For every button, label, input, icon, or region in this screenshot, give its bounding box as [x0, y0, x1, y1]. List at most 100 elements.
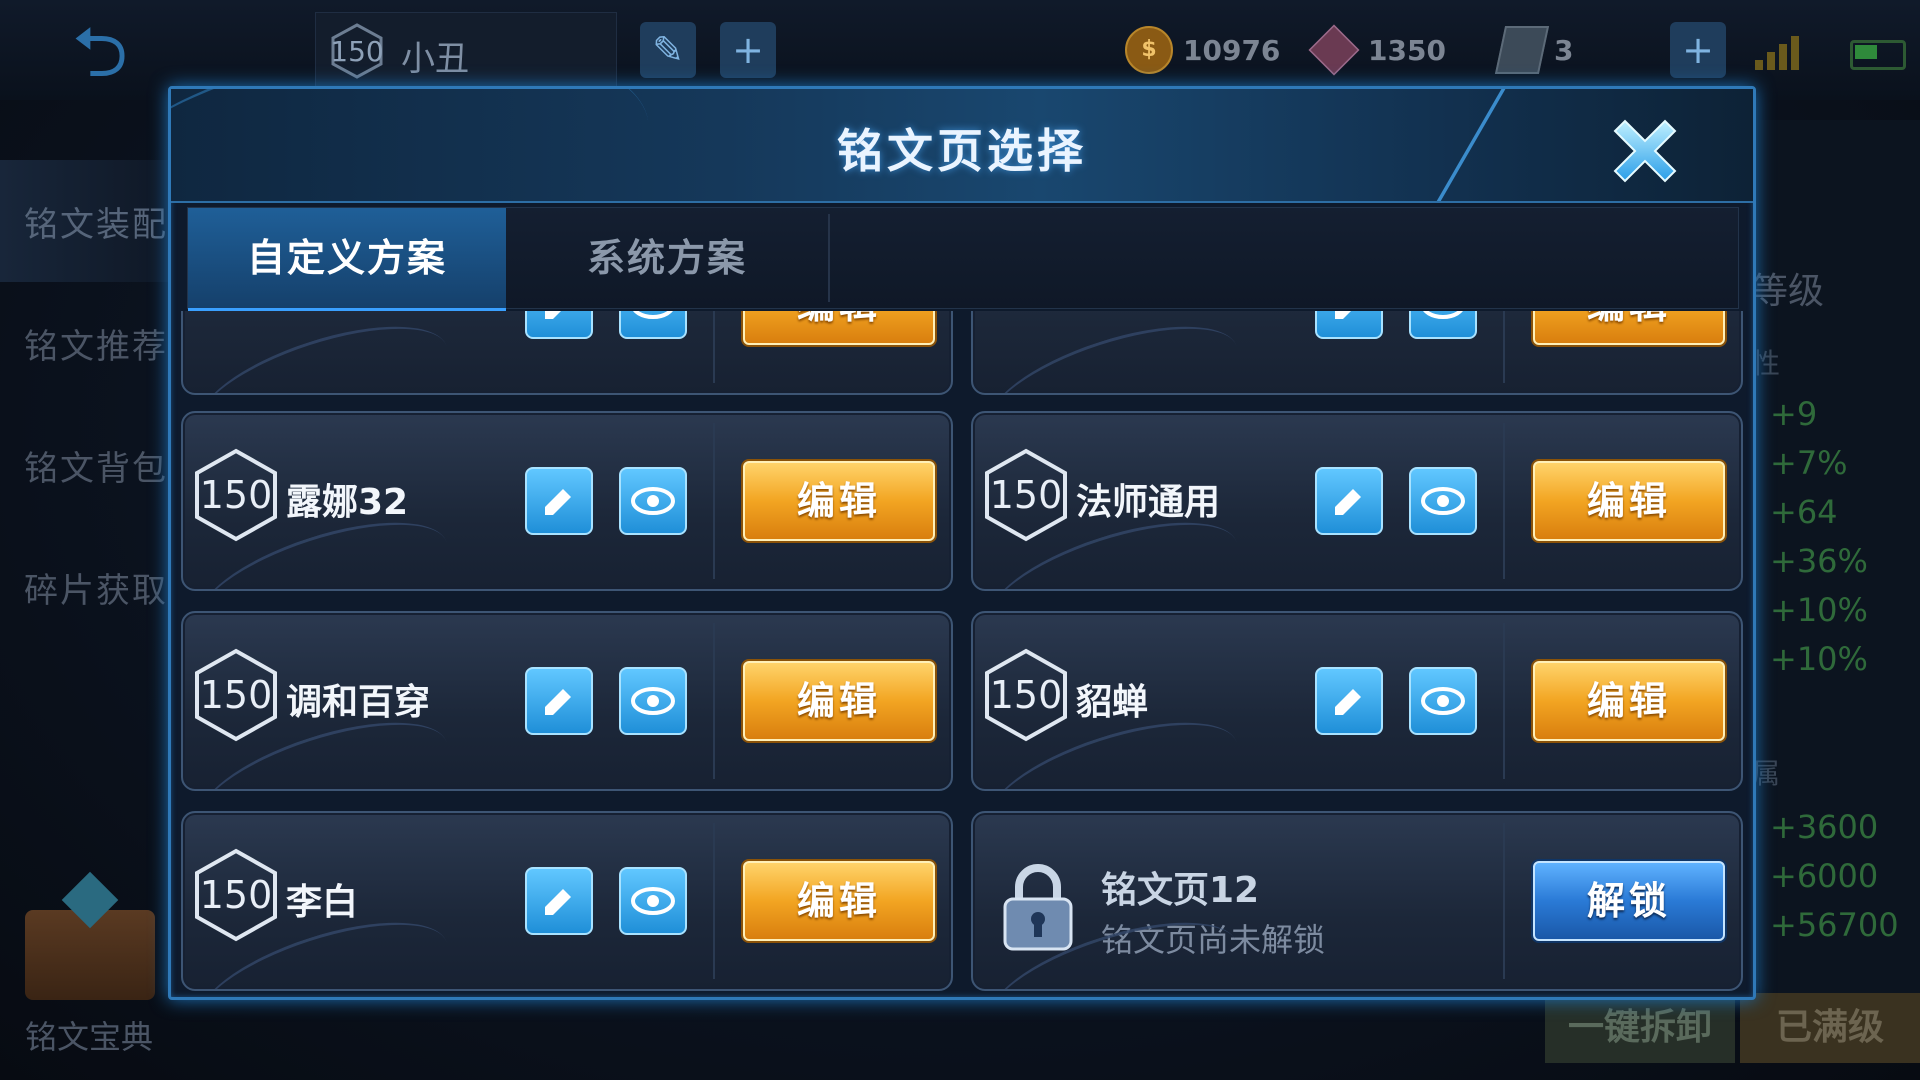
page-level: 150 — [989, 473, 1063, 517]
rename-button[interactable] — [525, 667, 593, 735]
player-level: 150 — [330, 34, 384, 68]
attr-label: 性 — [1752, 347, 1781, 380]
page-name: 露娜32 — [286, 482, 409, 523]
level-hex-icon: 150 — [328, 22, 386, 80]
stat-value: +6000 — [1770, 857, 1879, 895]
page-level: 150 — [989, 673, 1063, 717]
close-button[interactable] — [1601, 107, 1689, 195]
edit-button[interactable]: 编辑 — [1533, 461, 1725, 541]
preview-eye-icon — [1421, 487, 1465, 515]
maxed-button[interactable]: 已满级 — [1740, 993, 1920, 1063]
edit-button[interactable]: 编辑 — [1533, 311, 1725, 345]
stat-value: +56700 — [1770, 906, 1899, 944]
stat-list: +9 +7% +64 +36% +10% +10% — [1770, 395, 1868, 689]
ticket-icon — [1494, 26, 1550, 74]
rename-button[interactable] — [525, 867, 593, 935]
rename-button[interactable] — [525, 311, 593, 339]
codex-label[interactable]: 铭文宝典 — [25, 1012, 153, 1058]
card-divider — [1503, 823, 1505, 979]
signal-icon — [1755, 36, 1799, 70]
stat-value: +3600 — [1770, 808, 1879, 846]
gold-currency: $ 10976 — [1125, 26, 1280, 74]
rename-button[interactable] — [1315, 667, 1383, 735]
rune-page-card-partial: 编辑 — [181, 311, 953, 395]
add-icon[interactable]: + — [720, 22, 776, 78]
preview-button[interactable] — [619, 667, 687, 735]
attr-label-2: 属 — [1752, 757, 1781, 790]
card-divider — [1503, 423, 1505, 579]
close-icon — [1613, 119, 1677, 183]
page-level: 150 — [199, 473, 273, 517]
diamond-icon — [1308, 24, 1360, 76]
rune-page-card[interactable]: 150 貂蝉 编辑 — [971, 611, 1743, 791]
preview-button[interactable] — [619, 311, 687, 339]
ticket-currency: 3 — [1494, 26, 1574, 74]
stat-value: +64 — [1770, 493, 1838, 531]
battery-icon — [1850, 40, 1906, 70]
side-item-equip[interactable]: 铭文装配 — [0, 160, 170, 282]
locked-page-name: 铭文页12 — [1101, 870, 1260, 911]
preview-eye-icon — [1421, 687, 1465, 715]
edit-button[interactable]: 编辑 — [743, 461, 935, 541]
side-item-bag[interactable]: 铭文背包 — [0, 404, 170, 526]
stat-list-2: +3600 +6000 +56700 — [1770, 808, 1899, 955]
side-item-fragments[interactable]: 碎片获取 — [0, 526, 170, 648]
add-currency-icon[interactable]: + — [1670, 22, 1726, 78]
locked-page-status: 铭文页尚未解锁 — [1101, 921, 1326, 959]
tab-custom[interactable]: 自定义方案 — [188, 208, 506, 312]
preview-button[interactable] — [1409, 467, 1477, 535]
preview-eye-icon — [631, 487, 675, 515]
edit-button[interactable]: 编辑 — [1533, 661, 1725, 741]
page-level: 150 — [199, 673, 273, 717]
player-info: 150 小丑 — [315, 12, 617, 90]
rune-page-list[interactable]: 编辑 编辑 150 露娜32 编辑 150 法师通用 — [181, 311, 1743, 991]
stat-value: +9 — [1770, 395, 1818, 433]
edit-button[interactable]: 编辑 — [743, 661, 935, 741]
tab-system[interactable]: 系统方案 — [508, 208, 826, 308]
rune-page-card[interactable]: 150 露娜32 编辑 — [181, 411, 953, 591]
player-name: 小丑 — [401, 39, 469, 79]
edit-name-icon — [545, 889, 571, 915]
preview-button[interactable] — [1409, 667, 1477, 735]
card-divider — [1503, 311, 1505, 383]
preview-button[interactable] — [619, 867, 687, 935]
preview-eye-icon — [631, 687, 675, 715]
edit-name-icon[interactable]: ✎ — [640, 22, 696, 78]
page-name: 李白 — [286, 882, 359, 923]
ticket-amount: 3 — [1554, 33, 1574, 67]
gold-amount: 10976 — [1183, 33, 1281, 67]
rename-button[interactable] — [1315, 467, 1383, 535]
edit-name-icon — [1335, 311, 1351, 319]
top-bar: ⮌ 150 小丑 ✎ + $ 10976 1350 3 + — [0, 0, 1920, 100]
rename-button[interactable] — [525, 467, 593, 535]
page-level: 150 — [199, 873, 273, 917]
dialog-title: 铭文页选择 — [837, 124, 1087, 178]
edit-button[interactable]: 编辑 — [743, 861, 935, 941]
preview-eye-icon — [633, 311, 673, 319]
level-label: 等级 — [1752, 271, 1825, 312]
edit-button[interactable]: 编辑 — [743, 311, 935, 345]
stat-value: +36% — [1770, 542, 1868, 580]
edit-name-icon — [545, 311, 561, 319]
gem-currency: 1350 — [1308, 24, 1446, 76]
gold-coin-icon: $ — [1125, 26, 1173, 74]
preview-button[interactable] — [619, 467, 687, 535]
dialog-header: 铭文页选择 — [171, 89, 1753, 203]
preview-eye-icon — [631, 887, 675, 915]
disassemble-all-button[interactable]: 一键拆卸 — [1545, 993, 1735, 1063]
side-item-recommend[interactable]: 铭文推荐 — [0, 282, 170, 404]
rune-page-card[interactable]: 150 法师通用 编辑 — [971, 411, 1743, 591]
rune-page-card[interactable]: 150 调和百穿 编辑 — [181, 611, 953, 791]
level-hex-icon: 150 — [193, 647, 279, 743]
back-button[interactable]: ⮌ — [40, 14, 160, 90]
unlock-button[interactable]: 解锁 — [1533, 861, 1725, 941]
rune-page-card[interactable]: 150 李白 编辑 — [181, 811, 953, 991]
card-divider — [713, 823, 715, 979]
side-menu: 铭文装配 铭文推荐 铭文背包 碎片获取 — [0, 160, 170, 648]
rename-button[interactable] — [1315, 311, 1383, 339]
stat-value: +10% — [1770, 591, 1868, 629]
codex-book-icon[interactable] — [25, 910, 155, 1000]
locked-rune-page-card[interactable]: 铭文页12 铭文页尚未解锁 解锁 — [971, 811, 1743, 991]
preview-button[interactable] — [1409, 311, 1477, 339]
edit-name-icon — [1335, 489, 1361, 515]
